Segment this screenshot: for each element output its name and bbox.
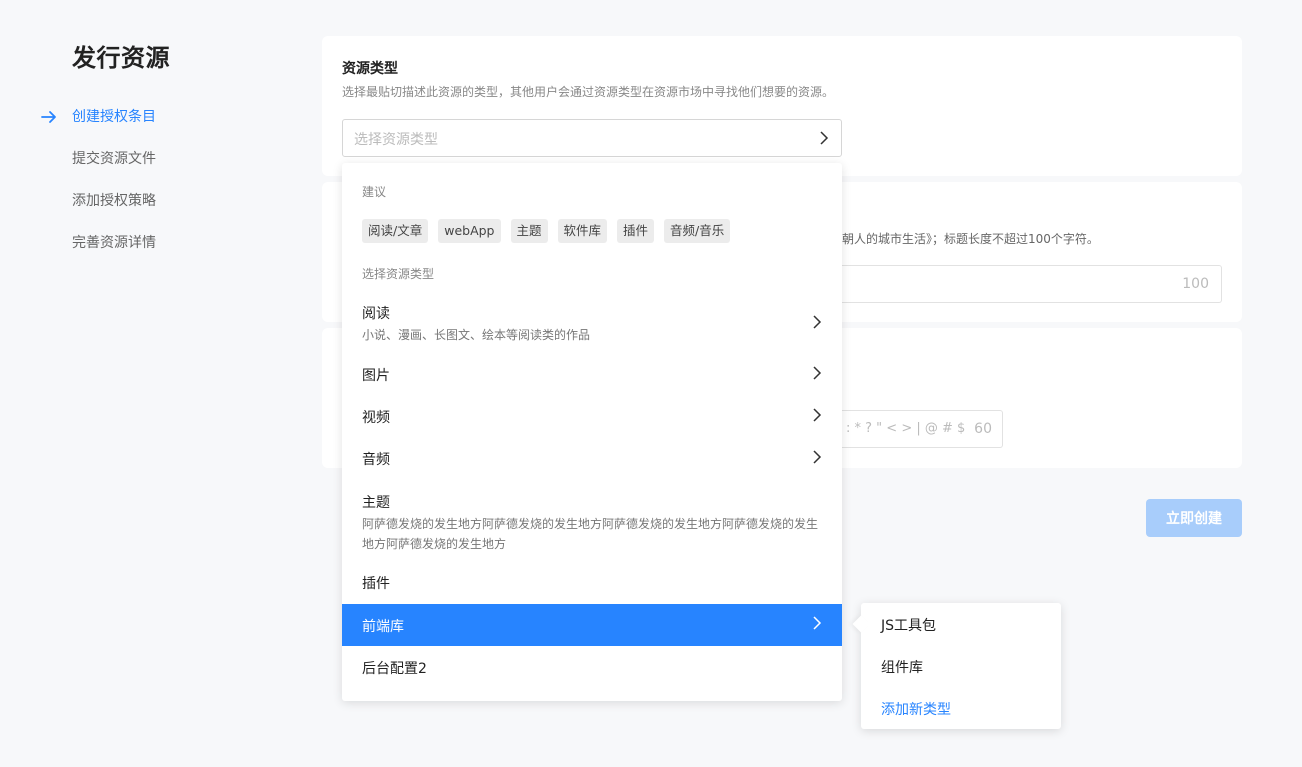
page-title: 发行资源	[72, 44, 170, 72]
item-title: 前端库	[362, 619, 404, 635]
types-label: 选择资源类型	[362, 267, 435, 281]
resource-type-card: 资源类型 选择最贴切描述此资源的类型，其他用户会通过资源类型在资源市场中寻找他们…	[322, 36, 1242, 176]
resource-type-dropdown: 建议 阅读/文章 webApp 主题 软件库 插件 音频/音乐 选择资源类型 阅…	[342, 163, 842, 701]
step-label: 提交资源文件	[72, 151, 156, 167]
item-desc: 阿萨德发烧的发生地方阿萨德发烧的发生地方阿萨德发烧的发生地方阿萨德发烧的发生地方…	[362, 517, 819, 551]
item-title: 主题	[362, 495, 390, 511]
step-label: 创建授权条目	[72, 109, 156, 125]
submenu-caret	[852, 615, 870, 633]
char-counter: 60	[974, 421, 992, 437]
chip-reading[interactable]: 阅读/文章	[362, 219, 429, 243]
suggest-chips: 阅读/文章 webApp 主题 软件库 插件 音频/音乐	[362, 219, 731, 243]
chip-library[interactable]: 软件库	[557, 219, 608, 243]
chevron-right-icon	[820, 131, 829, 145]
item-title: 视频	[362, 410, 390, 426]
name-input[interactable]: : * ? " < > | @ # $ 60	[842, 410, 1003, 448]
item-title: 插件	[362, 576, 390, 592]
step-label: 添加授权策略	[72, 193, 156, 209]
step-submit-file[interactable]: 提交资源文件	[40, 148, 156, 190]
dd-item-theme[interactable]: 主题 阿萨德发烧的发生地方阿萨德发烧的发生地方阿萨德发烧的发生地方阿萨德发烧的发…	[342, 484, 842, 562]
step-add-policy[interactable]: 添加授权策略	[40, 190, 156, 232]
chip-plugin[interactable]: 插件	[617, 219, 655, 243]
chevron-right-icon	[813, 450, 822, 464]
suggest-label: 建议	[362, 185, 387, 199]
char-counter: 100	[1182, 276, 1209, 292]
chip-webapp[interactable]: webApp	[438, 219, 501, 243]
dd-item-frontend-library[interactable]: 前端库	[342, 604, 842, 646]
sub-item-component-library[interactable]: 组件库	[881, 657, 923, 677]
dd-item-audio[interactable]: 音频	[342, 438, 842, 480]
sub-item-js-toolkit[interactable]: JS工具包	[881, 615, 936, 635]
chevron-right-icon	[813, 315, 822, 329]
item-title: 后台配置2	[362, 661, 427, 677]
dd-item-plugin[interactable]: 插件	[342, 562, 842, 604]
item-title: 阅读	[362, 306, 390, 322]
chip-audio[interactable]: 音频/音乐	[664, 219, 731, 243]
item-desc: 小说、漫画、长图文、绘本等阅读类的作品	[362, 328, 591, 342]
dd-item-reading[interactable]: 阅读 小说、漫画、长图文、绘本等阅读类的作品	[342, 293, 842, 351]
step-create-entry[interactable]: 创建授权条目	[40, 106, 156, 148]
section-title: 资源类型	[342, 61, 398, 77]
chip-theme[interactable]: 主题	[510, 219, 548, 243]
title-input[interactable]: 100	[842, 265, 1222, 303]
resource-type-select[interactable]: 选择资源类型	[342, 119, 842, 157]
chevron-right-icon	[813, 366, 822, 380]
select-placeholder: 选择资源类型	[354, 132, 438, 148]
section-desc: 选择最贴切描述此资源的类型，其他用户会通过资源类型在资源市场中寻找他们想要的资源…	[342, 85, 835, 99]
input-hint: : * ? " < > | @ # $	[846, 421, 966, 436]
item-title: 图片	[362, 368, 390, 384]
item-title: 音频	[362, 452, 390, 468]
add-new-type-link[interactable]: 添加新类型	[881, 699, 951, 719]
step-nav: 创建授权条目 提交资源文件 添加授权策略 完善资源详情	[40, 106, 156, 274]
step-label: 完善资源详情	[72, 235, 156, 251]
dd-item-video[interactable]: 视频	[342, 396, 842, 438]
frontend-library-submenu: JS工具包 组件库 添加新类型	[852, 603, 1061, 729]
dd-item-backend-config[interactable]: 后台配置2	[342, 646, 842, 688]
chevron-right-icon	[813, 616, 822, 630]
section-desc: 朝人的城市生活》；标题长度不超过100个字符。	[842, 232, 1099, 246]
arrow-right-icon	[41, 111, 56, 123]
step-complete-details[interactable]: 完善资源详情	[40, 232, 156, 274]
dd-item-image[interactable]: 图片	[342, 354, 842, 396]
chevron-right-icon	[813, 408, 822, 422]
create-button[interactable]: 立即创建	[1146, 499, 1242, 537]
